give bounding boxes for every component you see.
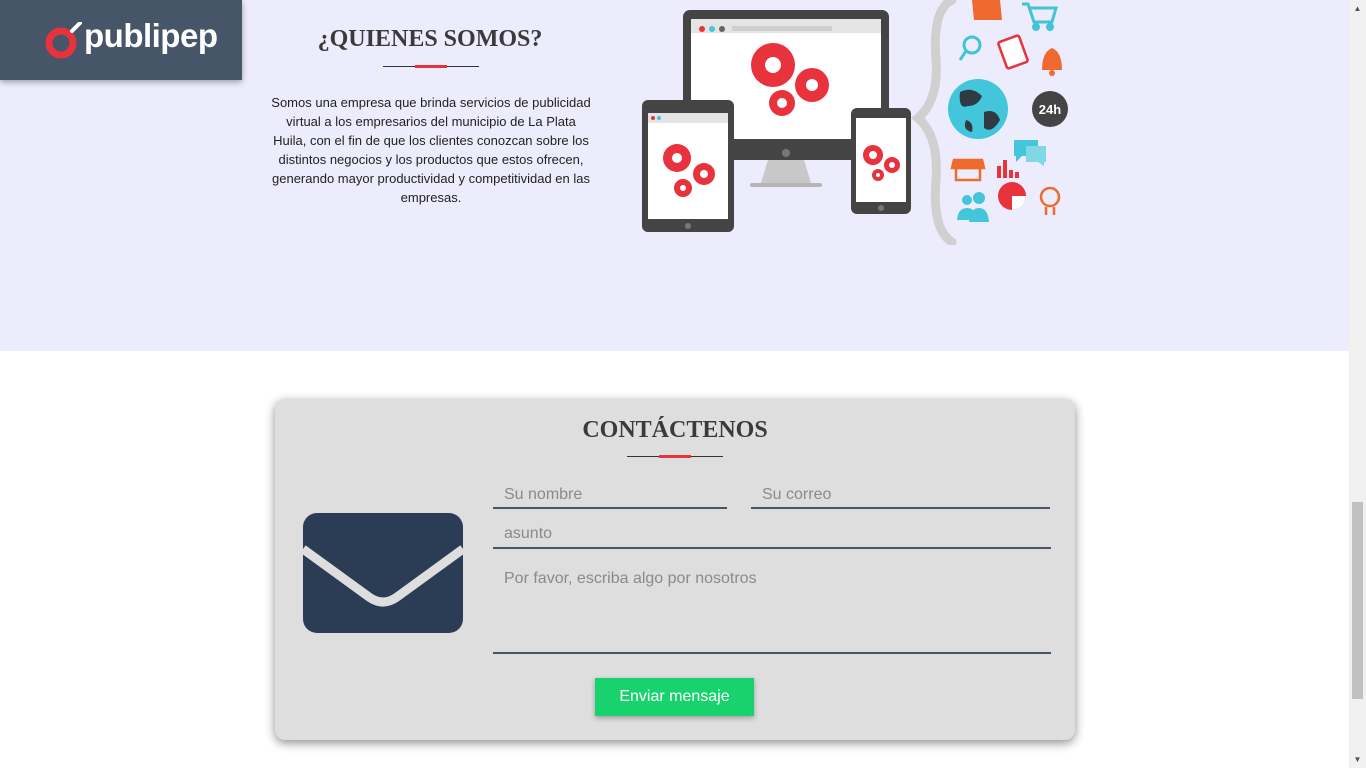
scrollbar[interactable]: ▲ ▼ — [1349, 0, 1366, 768]
about-title: ¿QUIENES SOMOS? — [317, 26, 543, 52]
envelope-icon — [303, 513, 465, 633]
logo-text: publipep — [84, 17, 218, 54]
bell-icon — [1042, 48, 1062, 76]
scroll-down-icon[interactable]: ▼ — [1349, 751, 1366, 768]
devices-illustration: 24h — [642, 0, 1068, 245]
send-message-button[interactable]: Enviar mensaje — [595, 678, 754, 716]
lightbulb-icon — [1039, 186, 1061, 215]
scroll-thumb[interactable] — [1352, 502, 1363, 699]
message-textarea[interactable] — [493, 568, 1051, 654]
tablet-icon — [642, 100, 734, 232]
email-input[interactable] — [751, 482, 1050, 509]
svg-text:24h: 24h — [1039, 102, 1061, 117]
folder-icon — [972, 0, 1002, 20]
logo[interactable]: publipep — [0, 0, 242, 80]
contact-title-divider — [627, 455, 723, 458]
about-title-divider — [383, 65, 479, 68]
store-icon — [950, 158, 986, 182]
subject-input[interactable] — [493, 521, 1051, 549]
users-icon — [957, 192, 989, 222]
pie-chart-icon — [998, 182, 1026, 210]
chat-bubbles-icon — [1014, 140, 1046, 166]
24h-icon: 24h — [1032, 91, 1068, 127]
about-description: Somos una empresa que brinda servicios d… — [271, 95, 591, 205]
cart-icon — [1022, 2, 1058, 31]
name-input[interactable] — [493, 482, 727, 509]
scroll-up-icon[interactable]: ▲ — [1349, 0, 1366, 17]
contact-card: CONTÁCTENOS Enviar mensaje — [275, 399, 1075, 740]
logo-mark-icon — [45, 22, 82, 59]
document-icon — [997, 34, 1029, 70]
phone-icon — [851, 108, 911, 214]
magnifier-icon — [958, 35, 982, 61]
globe-icon — [948, 79, 1008, 139]
bar-chart-icon — [997, 160, 1019, 178]
contact-title: CONTÁCTENOS — [582, 417, 768, 443]
